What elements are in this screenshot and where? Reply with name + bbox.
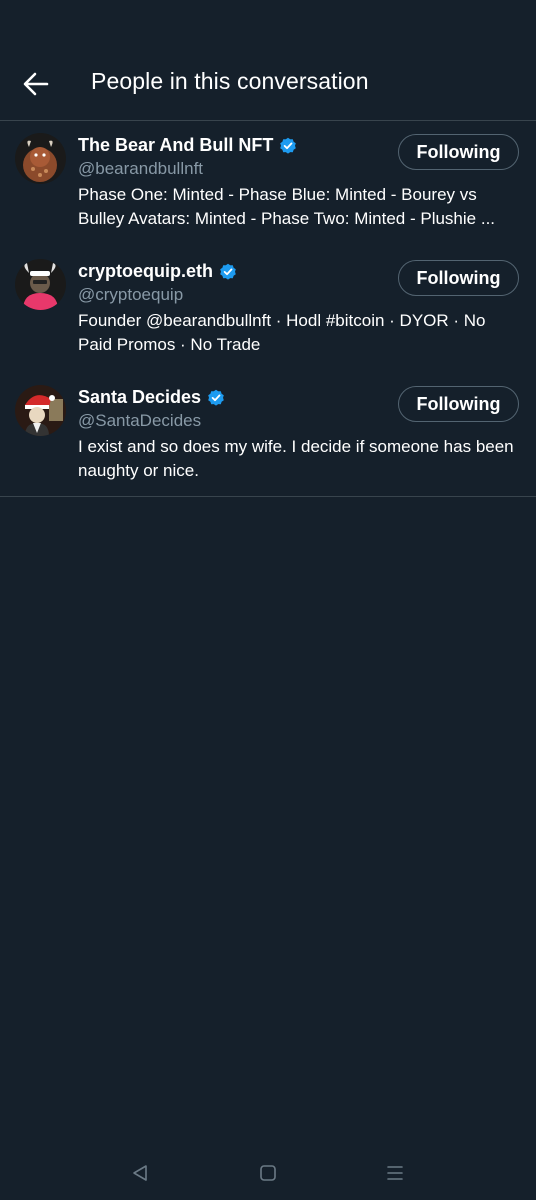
- display-name: cryptoequip.eth: [78, 261, 214, 281]
- arrow-left-icon: [23, 72, 49, 96]
- top-app-bar: People in this conversation: [0, 48, 536, 120]
- conversation-people-screen: People in this conversation The Bear And…: [0, 0, 536, 1200]
- user-bio: Founder @bearandbullnft · Hodl #bitcoin …: [78, 311, 486, 354]
- display-name-line: The Bear And Bull NFT: [78, 135, 297, 156]
- following-button[interactable]: Following: [398, 134, 519, 170]
- system-navigation-bar: [0, 1148, 536, 1200]
- user-handle: @SantaDecides: [78, 411, 202, 430]
- user-cell[interactable]: The Bear And Bull NFT @bearandbullnft Ph…: [0, 121, 536, 245]
- square-home-icon: [260, 1165, 276, 1181]
- user-handle: @bearandbullnft: [78, 159, 204, 178]
- following-button[interactable]: Following: [398, 386, 519, 422]
- verified-badge-icon: [220, 263, 236, 280]
- display-name: The Bear And Bull NFT: [78, 135, 274, 155]
- user-handle: @cryptoequip: [78, 285, 184, 304]
- back-button[interactable]: [14, 64, 58, 104]
- triangle-back-icon: [133, 1165, 147, 1181]
- people-list: The Bear And Bull NFT @bearandbullnft Ph…: [0, 121, 536, 496]
- page-title: People in this conversation: [91, 68, 369, 94]
- avatar[interactable]: [15, 133, 66, 184]
- system-recents-button[interactable]: [380, 1160, 410, 1186]
- user-cell[interactable]: cryptoequip.eth @cryptoequip Founder @be…: [0, 245, 536, 371]
- following-button[interactable]: Following: [398, 260, 519, 296]
- system-home-button[interactable]: [253, 1160, 283, 1186]
- avatar[interactable]: [15, 259, 66, 310]
- verified-badge-icon: [280, 137, 297, 154]
- user-bio: Phase One: Minted - Phase Blue: Minted -…: [78, 185, 496, 228]
- system-back-button[interactable]: [125, 1160, 155, 1186]
- display-name: Santa Decides: [78, 387, 202, 407]
- verified-badge-icon: [208, 389, 224, 406]
- display-name-line: cryptoequip.eth: [78, 261, 237, 282]
- user-bio: I exist and so does my wife. I decide if…: [78, 437, 514, 480]
- avatar[interactable]: [15, 385, 66, 436]
- lines-menu-icon: [387, 1166, 403, 1180]
- display-name-line: Santa Decides: [78, 387, 225, 408]
- list-end-divider: [0, 496, 536, 497]
- user-cell[interactable]: Santa Decides @SantaDecides I exist and …: [0, 371, 536, 496]
